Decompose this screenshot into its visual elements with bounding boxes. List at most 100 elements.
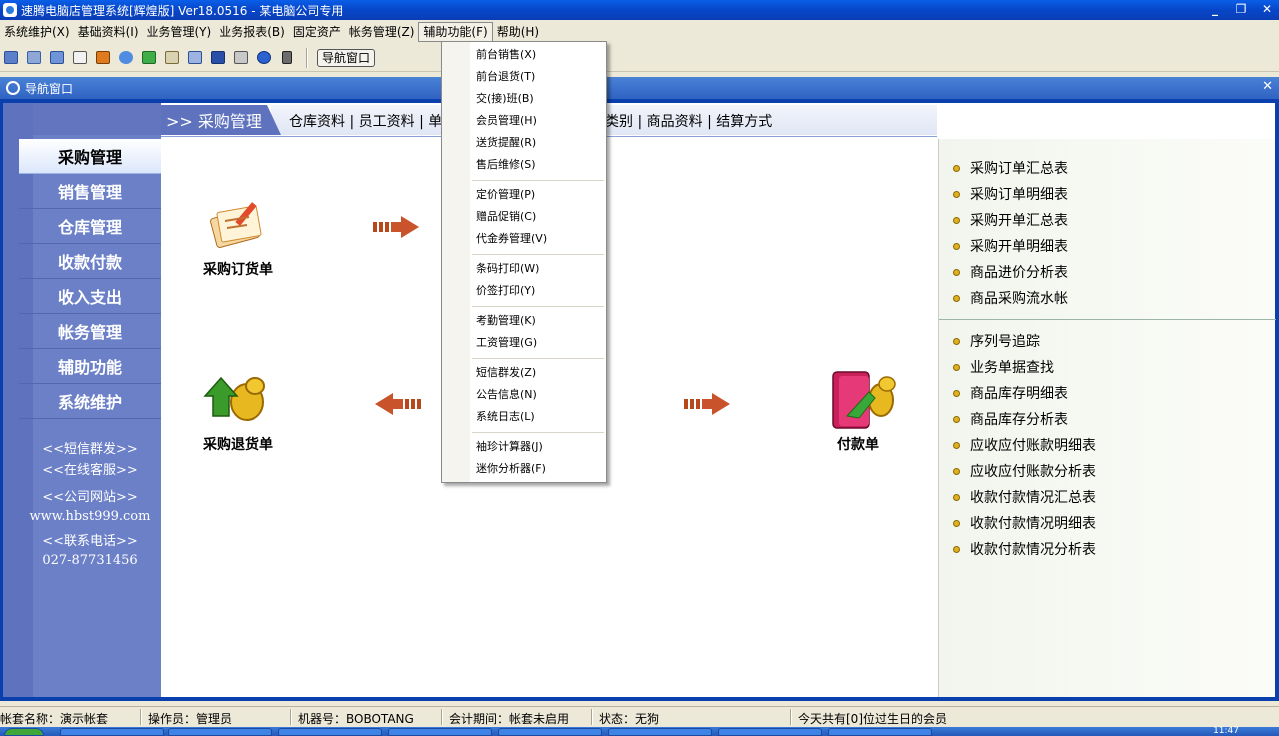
menu-item-barcode-print[interactable]: 条码打印(W) [476,259,539,279]
report-link[interactable]: 采购订单明细表 [953,184,1068,204]
nav-purchase[interactable]: 采购管理 [19,139,161,174]
navigation-window-button[interactable]: 导航窗口 [317,48,376,67]
menu-item-price-tag-print[interactable]: 价签打印(Y) [476,281,535,301]
start-button[interactable] [4,728,44,736]
menu-item-front-sales[interactable]: 前台销售(X) [476,45,536,65]
report-link[interactable]: 采购开单汇总表 [953,210,1068,230]
save-doc-icon[interactable] [139,48,158,67]
payment-icon[interactable] [829,370,899,430]
window-icon[interactable] [47,48,66,67]
report-link[interactable]: 收款付款情况分析表 [953,539,1096,559]
menu-item-shift-handover[interactable]: 交(接)班(B) [476,89,534,109]
table-icon[interactable] [1,48,20,67]
menu-system[interactable]: 系统维护(X) [0,22,74,42]
purchase-return-icon[interactable] [203,370,273,430]
menu-item-voucher[interactable]: 代金券管理(V) [476,229,547,249]
menu-item-pricing[interactable]: 定价管理(P) [476,185,535,205]
menu-item-announcements[interactable]: 公告信息(N) [476,385,537,405]
link-website-url[interactable]: www.hbst999.com [19,509,161,524]
menu-reports[interactable]: 业务报表(B) [215,22,289,42]
link-company-site[interactable]: <<公司网站>> [19,486,161,505]
report-link[interactable]: 应收应付账款明细表 [953,435,1096,455]
exit-icon[interactable] [277,48,296,67]
status-operator: 操作员：管理员 [148,712,233,726]
reports-divider [939,319,1276,320]
menu-item-front-returns[interactable]: 前台退货(T) [476,67,535,87]
report-link[interactable]: 商品进价分析表 [953,262,1068,282]
report-link[interactable]: 采购订单汇总表 [953,158,1068,178]
menu-item-after-sales-repair[interactable]: 售后维修(S) [476,155,536,175]
menu-item-attendance[interactable]: 考勤管理(K) [476,311,536,331]
menu-item-system-log[interactable]: 系统日志(L) [476,407,535,427]
nav-income-expense[interactable]: 收入支出 [19,279,161,314]
link-sms[interactable]: <<短信群发>> [19,438,161,457]
report-link[interactable]: 采购开单明细表 [953,236,1068,256]
report-link[interactable]: 序列号追踪 [953,331,1040,351]
taskbar-button[interactable] [718,728,822,736]
bullet-icon [953,545,960,553]
taskbar-button[interactable] [498,728,602,736]
app-icon [3,3,17,17]
taskbar-button[interactable] [388,728,492,736]
report-link[interactable]: 商品库存明细表 [953,383,1068,403]
restore-button[interactable]: ❐ [1233,2,1249,16]
nav-sales[interactable]: 销售管理 [19,174,161,209]
child-close-button[interactable]: ✕ [1262,79,1273,94]
bullet-icon [953,493,960,501]
menu-business[interactable]: 业务管理(Y) [143,22,216,42]
help-icon[interactable] [254,48,273,67]
menu-item-calculator[interactable]: 袖珍计算器(J) [476,437,543,457]
report-link[interactable]: 收款付款情况汇总表 [953,487,1096,507]
menu-item-delivery-reminder[interactable]: 送货提醒(R) [476,133,536,153]
bullet-icon [953,190,960,198]
menu-separator [472,432,604,433]
menu-item-payroll[interactable]: 工资管理(G) [476,333,537,353]
edit-icon[interactable] [162,48,181,67]
nav-receipts-payments[interactable]: 收款付款 [19,244,161,279]
taskbar-button[interactable] [608,728,712,736]
status-machine: 机器号：BOBOTANG [298,712,414,726]
taskbar-button[interactable] [278,728,382,736]
menu-basic-data[interactable]: 基础资料(I) [74,22,143,42]
nav-system[interactable]: 系统维护 [19,384,161,419]
taskbar-button[interactable] [60,728,164,736]
nav-auxiliary[interactable]: 辅助功能 [19,349,161,384]
menu-accounts[interactable]: 帐务管理(Z) [345,22,419,42]
report-link[interactable]: 应收应付账款分析表 [953,461,1096,481]
menu-item-gift-promotion[interactable]: 赠品促销(C) [476,207,536,227]
nav-accounts[interactable]: 帐务管理 [19,314,161,349]
nav-warehouse[interactable]: 仓库管理 [19,209,161,244]
taskbar-button[interactable] [168,728,272,736]
payment-label[interactable]: 付款单 [837,434,879,454]
bullet-icon [953,242,960,250]
printer-icon[interactable] [231,48,250,67]
report-link[interactable]: 商品库存分析表 [953,409,1068,429]
menu-fixed-assets[interactable]: 固定资产 [289,22,345,42]
menu-auxiliary[interactable]: 辅助功能(F) [418,22,493,42]
form-icon[interactable] [24,48,43,67]
menu-separator [472,358,604,359]
purchase-order-icon[interactable] [203,195,273,255]
taskbar-button[interactable] [828,728,932,736]
network-icon[interactable] [93,48,112,67]
purchase-order-label[interactable]: 采购订货单 [203,259,273,279]
tab-links-right[interactable]: 类别 | 商品资料 | 结算方式 [605,111,772,131]
message-icon[interactable] [70,48,89,67]
report-link[interactable]: 收款付款情况明细表 [953,513,1096,533]
navigation-frame: 采购管理 销售管理 仓库管理 收款付款 收入支出 帐务管理 辅助功能 系统维护 … [0,99,1279,701]
minimize-button[interactable]: _ [1207,2,1223,16]
link-online-service[interactable]: <<在线客服>> [19,459,161,478]
floppy-icon[interactable] [208,48,227,67]
card-icon[interactable] [185,48,204,67]
user-icon[interactable] [116,48,135,67]
report-link[interactable]: 商品采购流水帐 [953,288,1068,308]
tab-links-left[interactable]: 仓库资料 | 员工资料 | 单 [289,111,442,131]
menu-help[interactable]: 帮助(H) [493,22,543,42]
link-contact-phone[interactable]: <<联系电话>> [19,530,161,549]
purchase-return-label[interactable]: 采购退货单 [203,434,273,454]
menu-item-mini-analyzer[interactable]: 迷你分析器(F) [476,459,546,479]
menu-item-member-management[interactable]: 会员管理(H) [476,111,537,131]
menu-item-sms-broadcast[interactable]: 短信群发(Z) [476,363,536,383]
close-button[interactable]: ✕ [1259,2,1275,16]
report-link[interactable]: 业务单据查找 [953,357,1054,377]
